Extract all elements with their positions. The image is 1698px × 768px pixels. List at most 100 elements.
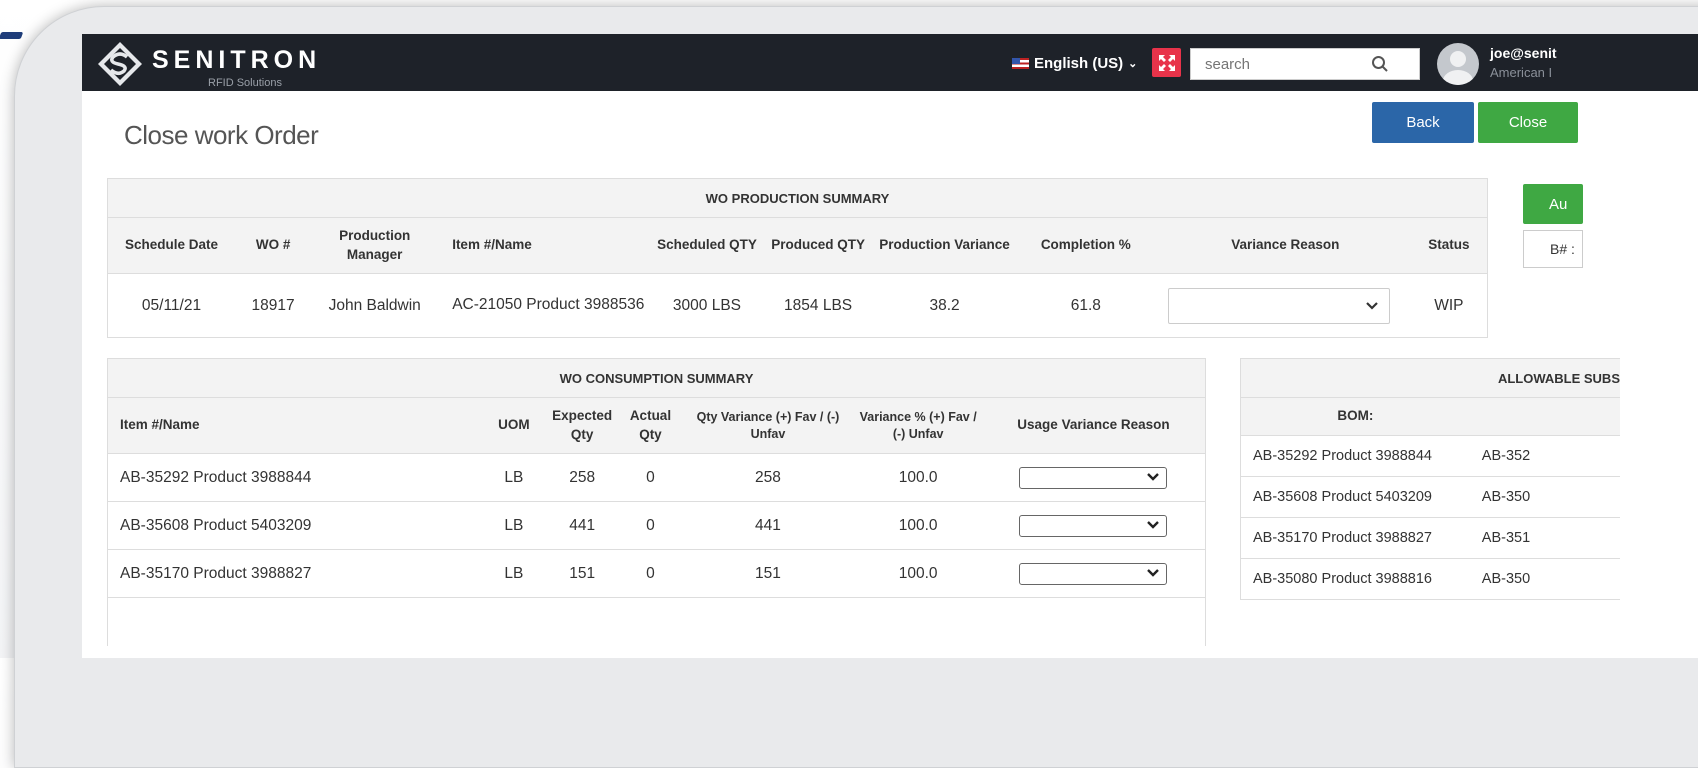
- col-production-manager: Production Manager: [311, 217, 439, 274]
- language-label: English (US): [1034, 55, 1124, 72]
- col-produced-qty: Produced QTY: [758, 217, 878, 274]
- col-bom: BOM:: [1239, 397, 1470, 436]
- auto-button[interactable]: Au: [1523, 184, 1583, 224]
- actual-qty: 0: [619, 501, 682, 550]
- substitutes-title: ALLOWABLE SUBS: [1240, 358, 1620, 398]
- scheduled-qty-value: 3000 LBS: [655, 273, 759, 338]
- search-icon[interactable]: [1371, 55, 1389, 73]
- uom: LB: [482, 501, 545, 550]
- list-item: AB-35608 Product 5403209 AB-350: [1239, 476, 1620, 518]
- chevron-down-icon: [1147, 472, 1160, 481]
- col-expected-qty: Expected Qty: [544, 397, 620, 454]
- qty-variance: 441: [681, 501, 855, 550]
- qty-variance: 151: [681, 549, 855, 598]
- col-usage-variance-reason: Usage Variance Reason: [981, 397, 1206, 454]
- usage-variance-reason-select[interactable]: [1019, 562, 1168, 585]
- production-summary-table: WO PRODUCTION SUMMARY Schedule Date WO #…: [107, 178, 1488, 338]
- table-row: AB-35170 Product 3988827 LB 151 0 151 10…: [106, 549, 1206, 598]
- expected-qty: 151: [544, 549, 620, 598]
- variance-reason-select[interactable]: [1167, 287, 1390, 324]
- substitute-item: AB-350: [1469, 558, 1620, 600]
- search-box: [1190, 48, 1420, 80]
- avatar[interactable]: [1437, 43, 1479, 85]
- col-substitute: [1469, 397, 1620, 436]
- item-name-value: AC-21050 Product 3988536: [438, 273, 656, 338]
- produced-qty-value: 1854 LBS: [758, 273, 878, 338]
- chevron-down-icon: [1147, 568, 1160, 577]
- arrows-expand-icon: [1158, 54, 1175, 71]
- brand-tagline: RFID Solutions: [208, 77, 282, 89]
- batch-number-field[interactable]: B# :: [1523, 230, 1583, 268]
- language-selector[interactable]: English (US) ⌄: [1012, 55, 1137, 72]
- col-actual-qty: Actual Qty: [619, 397, 682, 454]
- uom: LB: [482, 549, 545, 598]
- allowable-substitutes-table: ALLOWABLE SUBS BOM: AB-35292 Product 398…: [1239, 358, 1620, 600]
- col-status: Status: [1410, 217, 1488, 274]
- actual-qty: 0: [619, 549, 682, 598]
- uom: LB: [482, 453, 545, 502]
- table-row: AB-35608 Product 5403209 LB 441 0 441 10…: [106, 501, 1206, 550]
- search-input[interactable]: [1203, 55, 1367, 74]
- bom-item: AB-35080 Product 3988816: [1239, 558, 1470, 600]
- back-button[interactable]: Back: [1372, 102, 1474, 143]
- list-item: AB-35292 Product 3988844 AB-352: [1239, 435, 1620, 477]
- substitute-item: AB-350: [1469, 476, 1620, 518]
- col-completion-pct: Completion %: [1011, 217, 1160, 274]
- chevron-down-icon: [1366, 301, 1378, 310]
- variance-pct: 100.0: [854, 501, 982, 550]
- substitute-item: AB-351: [1469, 517, 1620, 559]
- wo-number-value: 18917: [235, 273, 312, 338]
- variance-pct: 100.0: [854, 549, 982, 598]
- item-name: AB-35170 Product 3988827: [106, 549, 483, 598]
- variance-pct: 100.0: [854, 453, 982, 502]
- close-button[interactable]: Close: [1478, 102, 1578, 143]
- col-wo-number: WO #: [235, 217, 312, 274]
- bom-item: AB-35608 Product 5403209: [1239, 476, 1470, 518]
- table-row: [107, 597, 1206, 646]
- list-item: AB-35170 Product 3988827 AB-351: [1239, 517, 1620, 559]
- col-variance-reason: Variance Reason: [1159, 217, 1411, 274]
- col-uom: UOM: [482, 397, 545, 454]
- col-scheduled-qty: Scheduled QTY: [655, 217, 759, 274]
- app-screen: SENITRON RFID Solutions English (US) ⌄ s…: [82, 34, 1698, 658]
- table-row: AB-35292 Product 3988844 LB 258 0 258 10…: [106, 453, 1206, 502]
- user-avatar-icon: [1443, 51, 1473, 85]
- production-summary-title: WO PRODUCTION SUMMARY: [107, 178, 1488, 218]
- col-variance-pct: Variance % (+) Fav / (-) Unfav: [854, 397, 982, 454]
- consumption-summary-title: WO CONSUMPTION SUMMARY: [107, 358, 1206, 398]
- us-flag-icon: [1012, 58, 1029, 69]
- col-item-name: Item #/Name: [106, 397, 483, 454]
- page-title: Close work Order: [124, 120, 319, 150]
- production-manager-value: John Baldwin: [311, 273, 439, 338]
- expected-qty: 441: [544, 501, 620, 550]
- usage-variance-reason-select[interactable]: [1019, 466, 1168, 489]
- schedule-date-value: 05/11/21: [107, 273, 236, 338]
- completion-pct-value: 61.8: [1011, 273, 1160, 338]
- list-item: AB-35080 Product 3988816 AB-350: [1239, 558, 1620, 600]
- usage-variance-reason-select[interactable]: [1019, 514, 1168, 537]
- brand-name: SENITRON: [152, 46, 322, 74]
- col-schedule-date: Schedule Date: [107, 217, 236, 274]
- expected-qty: 258: [544, 453, 620, 502]
- col-item-name: Item #/Name: [438, 217, 656, 274]
- bom-item: AB-35170 Product 3988827: [1239, 517, 1470, 559]
- status-value: WIP: [1410, 273, 1488, 338]
- actual-qty: 0: [619, 453, 682, 502]
- chevron-down-icon: [1147, 520, 1160, 529]
- col-production-variance: Production Variance: [877, 217, 1012, 274]
- item-name: AB-35608 Product 5403209: [106, 501, 483, 550]
- chevron-down-icon: ⌄: [1128, 58, 1138, 70]
- top-navbar: SENITRON RFID Solutions English (US) ⌄ s…: [82, 34, 1698, 91]
- item-name: AB-35292 Product 3988844: [106, 453, 483, 502]
- senitron-logo-icon: [98, 42, 142, 86]
- user-organization: American I: [1490, 65, 1553, 80]
- qty-variance: 258: [681, 453, 855, 502]
- consumption-summary-table: WO CONSUMPTION SUMMARY Item #/Name UOM E…: [106, 358, 1206, 646]
- bom-item: AB-35292 Product 3988844: [1239, 435, 1470, 477]
- user-email[interactable]: joe@senit: [1490, 45, 1557, 61]
- col-qty-variance: Qty Variance (+) Fav / (-) Unfav: [681, 397, 855, 454]
- expand-app-button[interactable]: [1152, 48, 1181, 77]
- production-variance-value: 38.2: [877, 273, 1012, 338]
- substitute-item: AB-352: [1469, 435, 1620, 477]
- accent-dash: [0, 32, 24, 39]
